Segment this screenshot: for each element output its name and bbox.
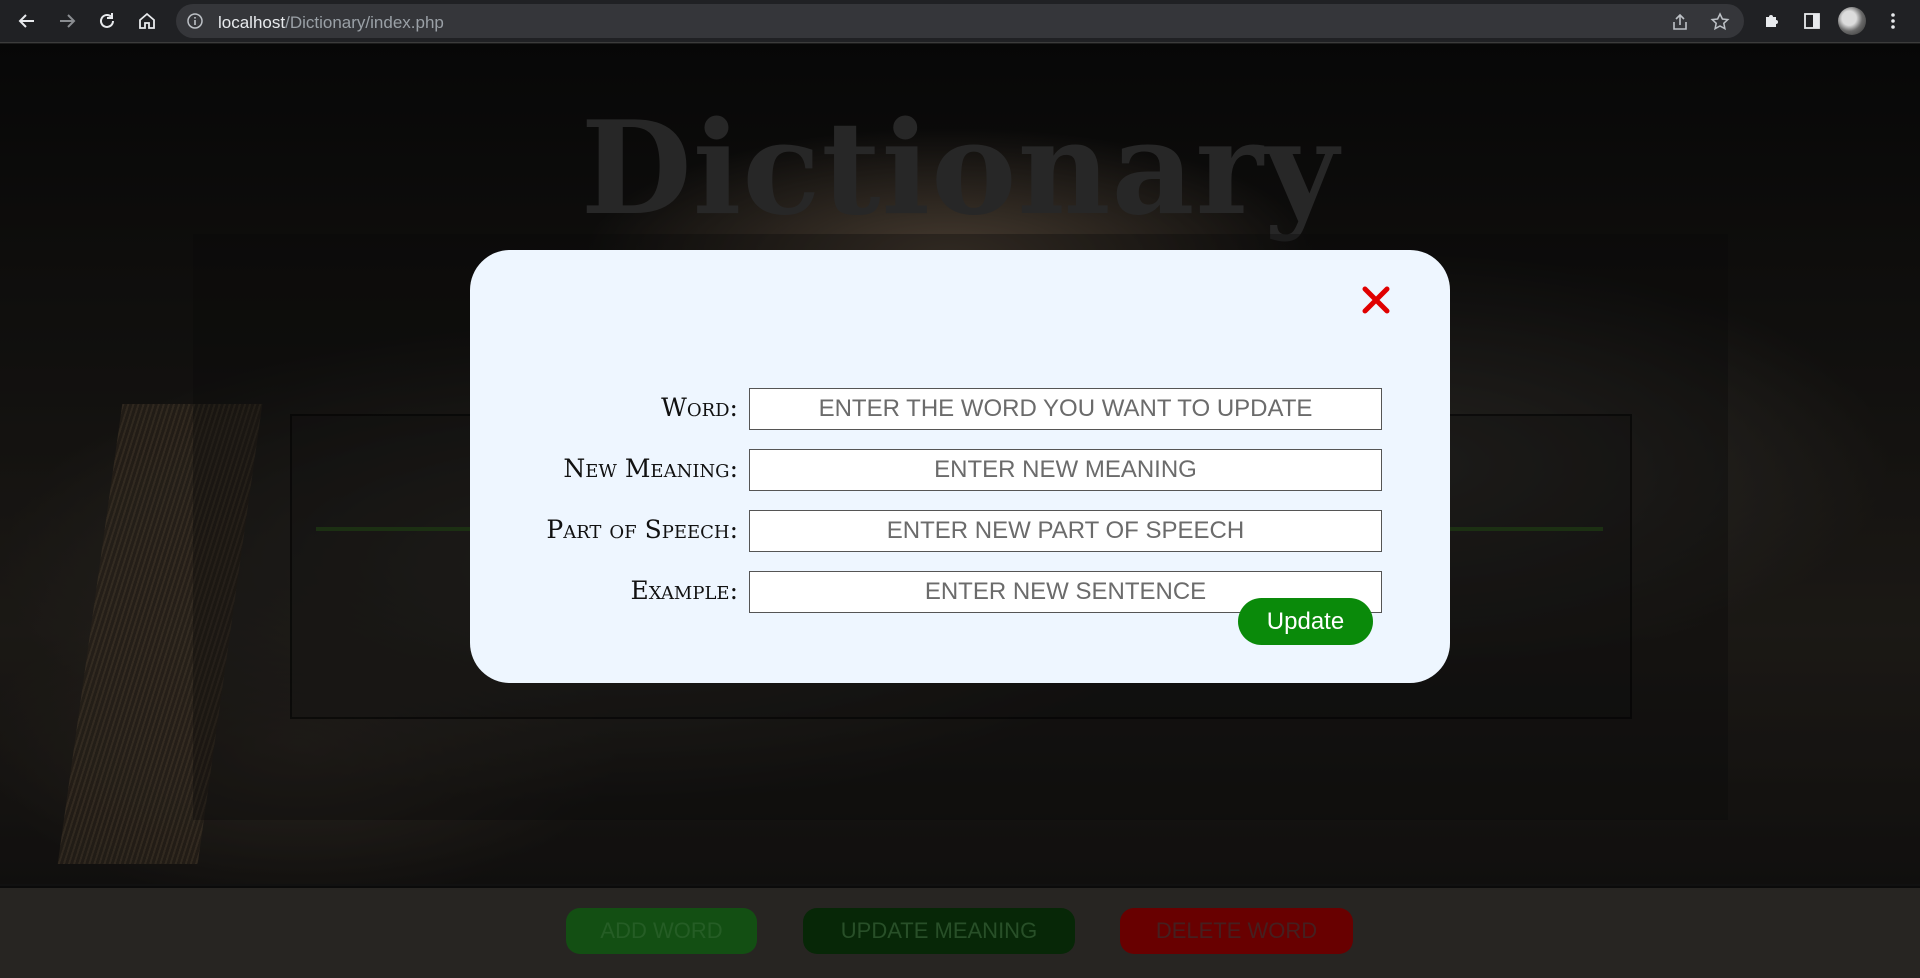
- menu-dots-icon[interactable]: [1878, 6, 1908, 36]
- reload-icon: [100, 13, 114, 28]
- arrow-left-icon: [18, 14, 34, 28]
- side-panel-icon[interactable]: [1797, 6, 1827, 36]
- close-icon: [1362, 286, 1390, 314]
- close-button[interactable]: [1358, 282, 1394, 318]
- profile-avatar[interactable]: [1838, 7, 1866, 35]
- part-of-speech-input[interactable]: [749, 510, 1382, 552]
- share-icon[interactable]: [1668, 10, 1692, 34]
- update-button[interactable]: Update: [1238, 598, 1373, 645]
- info-icon[interactable]: [186, 12, 204, 35]
- address-bar[interactable]: localhost/Dictionary/index.php: [176, 4, 1744, 38]
- forward-button[interactable]: [52, 6, 82, 36]
- meaning-input[interactable]: [749, 449, 1382, 491]
- arrow-right-icon: [60, 14, 76, 28]
- star-icon[interactable]: [1708, 10, 1732, 34]
- browser-toolbar: localhost/Dictionary/index.php: [0, 0, 1920, 43]
- meaning-label: New Meaning:: [563, 454, 738, 483]
- example-label: Example:: [630, 576, 738, 605]
- puzzle-icon[interactable]: [1757, 6, 1787, 36]
- word-input[interactable]: [749, 388, 1382, 430]
- update-modal: Word: New Meaning: Part of Speech: Examp…: [470, 250, 1450, 683]
- url-text: localhost/Dictionary/index.php: [218, 13, 444, 32]
- reload-button[interactable]: [92, 6, 122, 36]
- home-button[interactable]: [132, 6, 162, 36]
- word-row: Word:: [470, 388, 1450, 430]
- word-label: Word:: [661, 393, 738, 422]
- part-of-speech-row: Part of Speech:: [470, 510, 1450, 552]
- back-button[interactable]: [12, 6, 42, 36]
- part-of-speech-label: Part of Speech:: [546, 515, 738, 544]
- meaning-row: New Meaning:: [470, 449, 1450, 491]
- home-icon: [139, 12, 155, 29]
